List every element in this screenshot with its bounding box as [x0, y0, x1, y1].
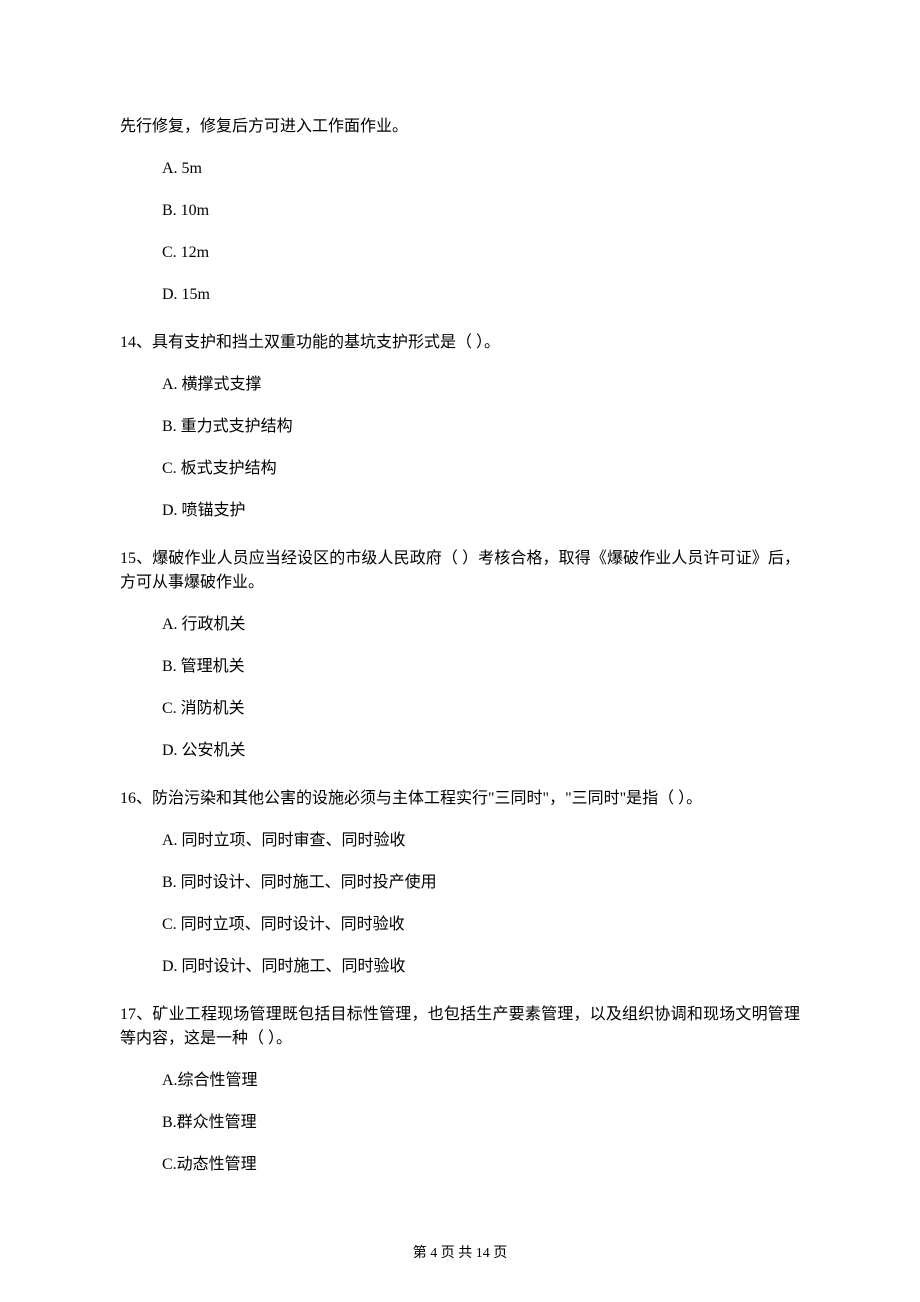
page-footer: 第 4 页 共 14 页	[0, 1243, 920, 1264]
option-a: A. 横撑式支撑	[162, 373, 800, 397]
option-c: C. 同时立项、同时设计、同时验收	[162, 913, 800, 937]
question-14-stem: 14、具有支护和挡土双重功能的基坑支护形式是（ ）。	[120, 331, 800, 355]
option-b: B. 重力式支护结构	[162, 415, 800, 439]
question-17-stem: 17、矿业工程现场管理既包括目标性管理，也包括生产要素管理，以及组织协调和现场文…	[120, 1003, 800, 1051]
option-d: D. 公安机关	[162, 739, 800, 763]
option-b: B. 管理机关	[162, 655, 800, 679]
option-a: A. 5m	[162, 157, 800, 181]
option-d: D. 同时设计、同时施工、同时验收	[162, 955, 800, 979]
option-d: D. 喷锚支护	[162, 499, 800, 523]
question-13-options: A. 5m B. 10m C. 12m D. 15m	[120, 157, 800, 307]
question-16-options: A. 同时立项、同时审查、同时验收 B. 同时设计、同时施工、同时投产使用 C.…	[120, 829, 800, 979]
option-b: B. 同时设计、同时施工、同时投产使用	[162, 871, 800, 895]
option-c: C. 板式支护结构	[162, 457, 800, 481]
option-b: B. 10m	[162, 199, 800, 223]
question-15-options: A. 行政机关 B. 管理机关 C. 消防机关 D. 公安机关	[120, 613, 800, 763]
option-d: D. 15m	[162, 283, 800, 307]
question-13-continuation: 先行修复，修复后方可进入工作面作业。	[120, 115, 800, 139]
option-a: A. 同时立项、同时审查、同时验收	[162, 829, 800, 853]
option-a: A. 行政机关	[162, 613, 800, 637]
option-c: C. 消防机关	[162, 697, 800, 721]
question-17-options: A.综合性管理 B.群众性管理 C.动态性管理	[120, 1069, 800, 1177]
question-15-stem: 15、爆破作业人员应当经设区的市级人民政府（ ）考核合格，取得《爆破作业人员许可…	[120, 547, 800, 595]
option-c: C. 12m	[162, 241, 800, 265]
option-b: B.群众性管理	[162, 1111, 800, 1135]
option-c: C.动态性管理	[162, 1153, 800, 1177]
question-14-options: A. 横撑式支撑 B. 重力式支护结构 C. 板式支护结构 D. 喷锚支护	[120, 373, 800, 523]
question-16-stem: 16、防治污染和其他公害的设施必须与主体工程实行"三同时"，"三同时"是指（ ）…	[120, 787, 800, 811]
option-a: A.综合性管理	[162, 1069, 800, 1093]
